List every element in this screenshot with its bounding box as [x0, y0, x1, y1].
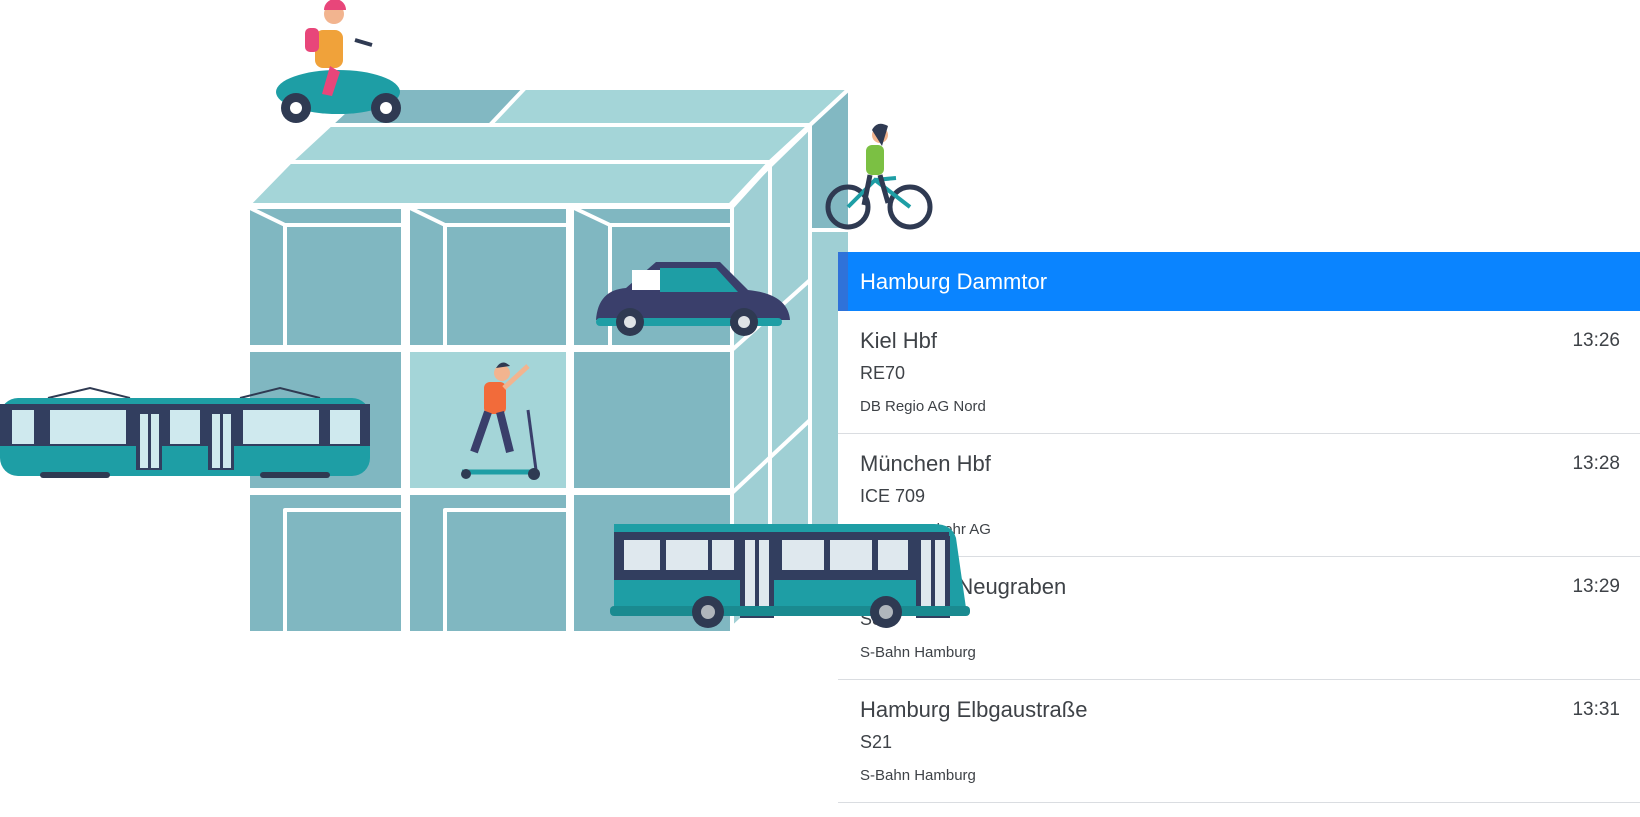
departure-operator: S-Bahn Hamburg — [860, 767, 976, 784]
station-name: Hamburg Dammtor — [860, 268, 1048, 294]
header-accent-bar — [838, 252, 848, 311]
departure-time: 13:26 — [1572, 330, 1620, 351]
departure-time: 13:28 — [1572, 453, 1620, 474]
departure-row[interactable]: Kiel Hbf 13:26 RE70 DB Regio AG Nord — [838, 311, 1640, 434]
departure-line: S21 — [860, 732, 893, 752]
departure-destination: Kiel Hbf — [860, 328, 938, 353]
departure-line: RE70 — [860, 363, 906, 383]
tram-icon — [0, 386, 370, 478]
bus-icon — [610, 524, 970, 628]
departure-time: 13:29 — [1572, 576, 1620, 597]
departure-line: ICE 709 — [860, 486, 926, 506]
station-header[interactable]: Hamburg Dammtor — [838, 252, 1640, 311]
departure-operator: S-Bahn Hamburg — [860, 644, 976, 661]
departure-operator: DB Regio AG Nord — [860, 398, 986, 415]
departure-destination: Hamburg Elbgaustraße — [860, 697, 1088, 722]
departure-destination: München Hbf — [860, 451, 991, 476]
departure-time: 13:31 — [1572, 699, 1620, 720]
departure-row[interactable]: Hamburg Elbgaustraße 13:31 S21 S-Bahn Ha… — [838, 680, 1640, 803]
scooter-rider-icon — [276, 0, 401, 123]
